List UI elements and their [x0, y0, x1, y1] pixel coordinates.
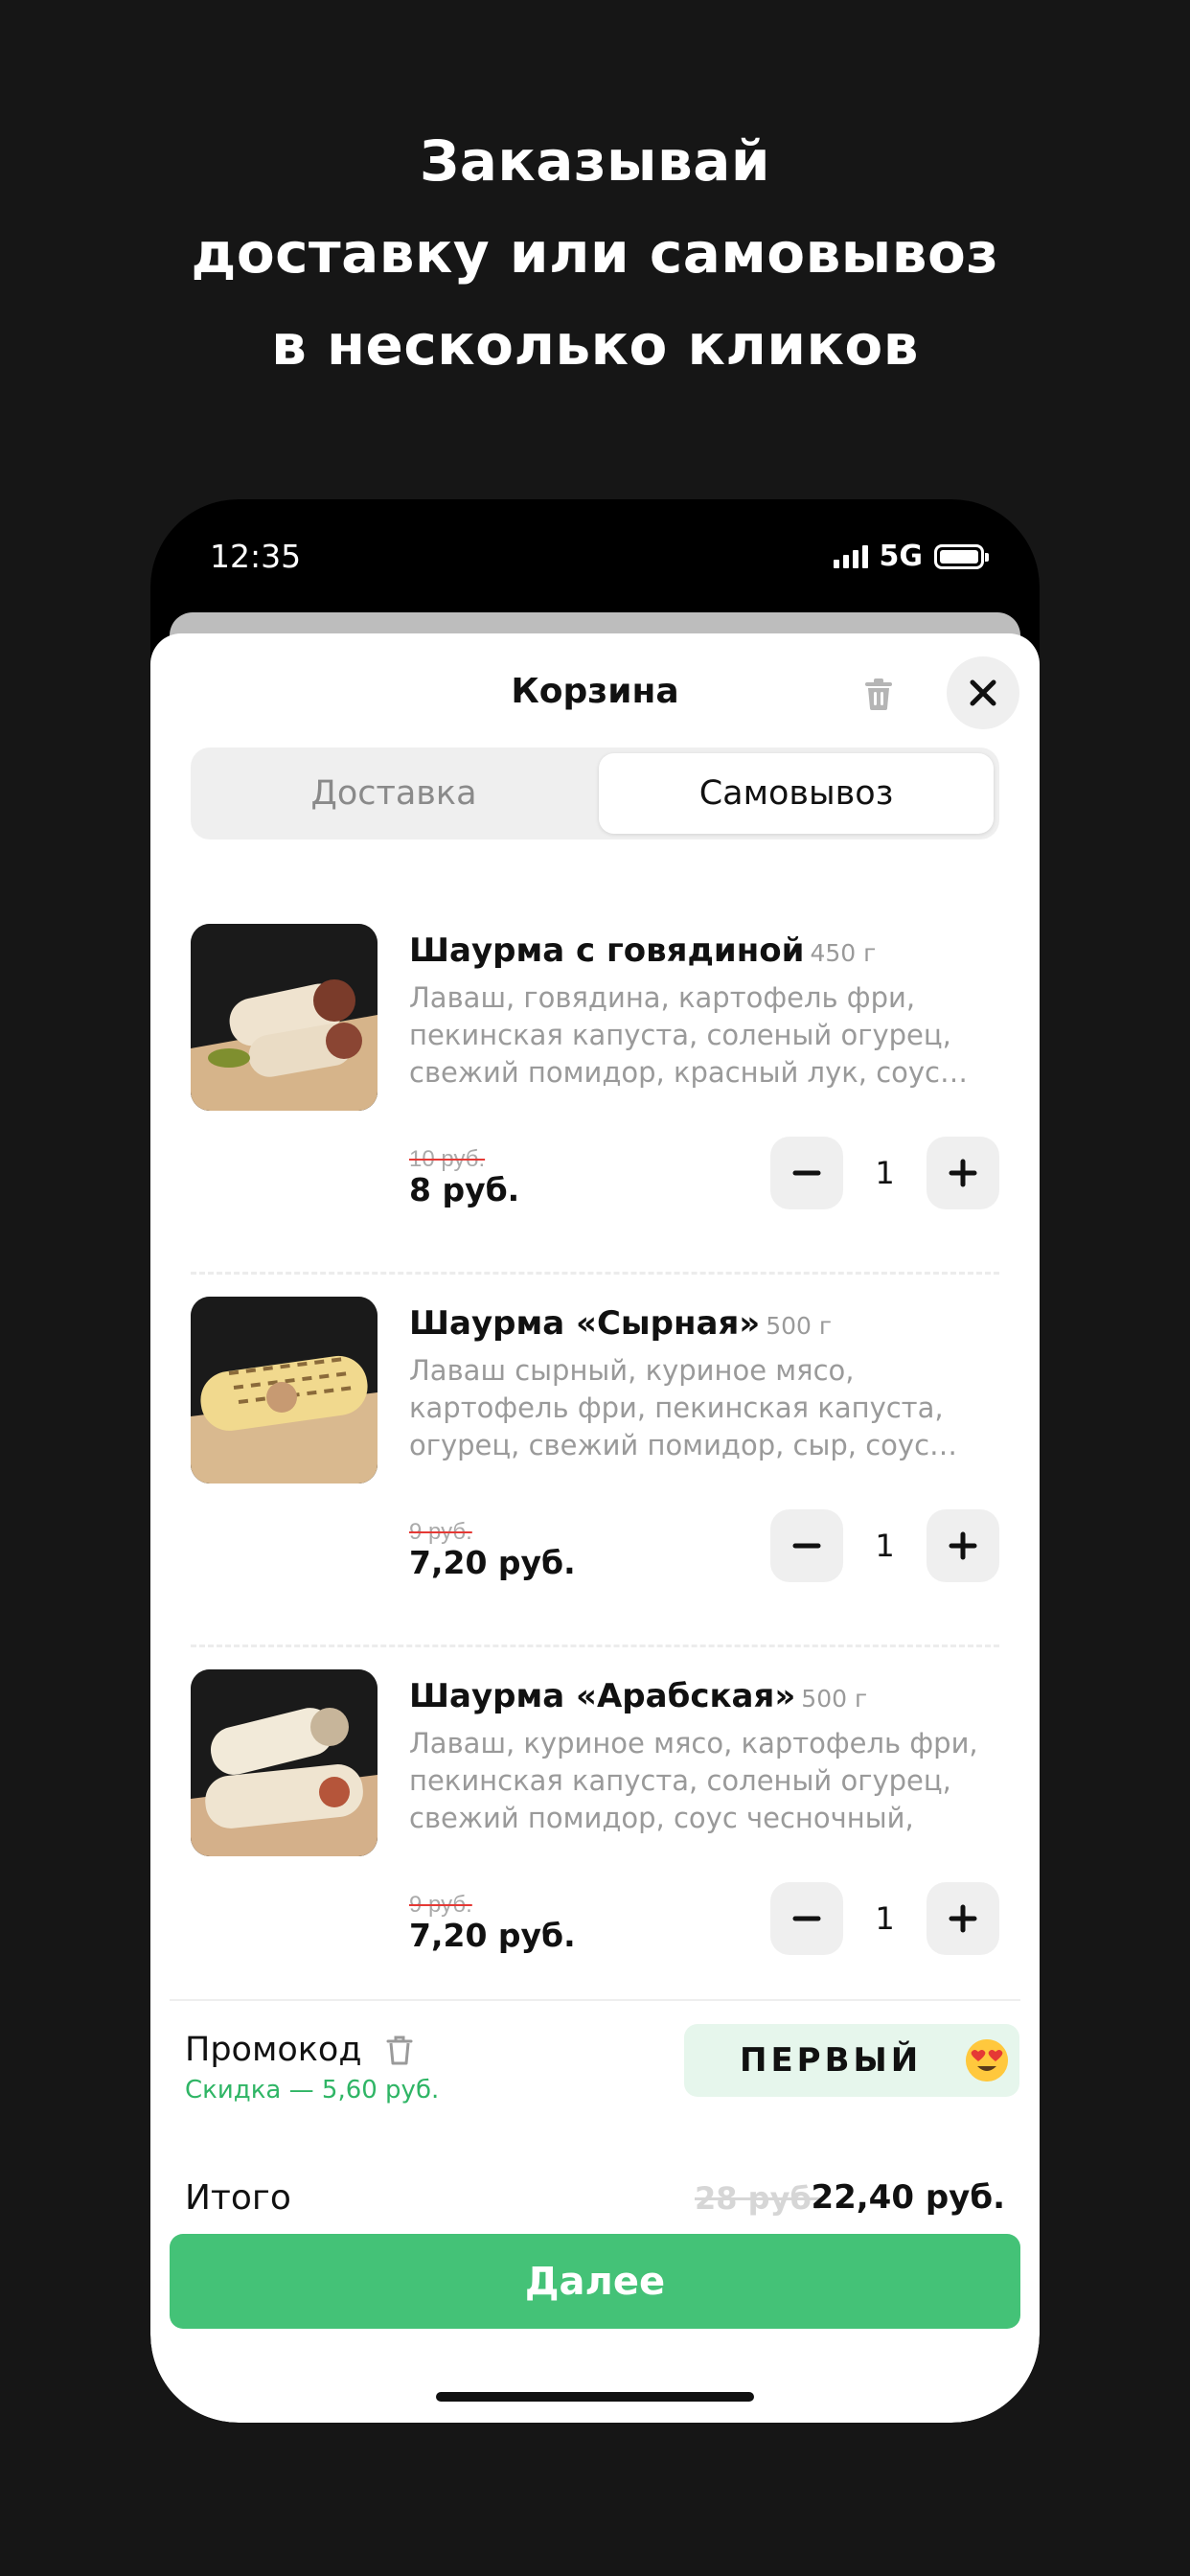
- item-description: Лаваш, говядина, картофель фри, пекинска…: [409, 981, 968, 1089]
- minus-icon: [792, 1170, 821, 1176]
- decrease-quantity-button[interactable]: [770, 1137, 843, 1209]
- promo-discount: Скидка — 5,60 руб.: [185, 2076, 440, 2104]
- plus-icon: [949, 1531, 977, 1560]
- item-divider: [191, 1272, 999, 1275]
- promo-label: Промокод: [185, 2031, 414, 2069]
- decrease-quantity-button[interactable]: [770, 1882, 843, 1955]
- minus-icon: [792, 1916, 821, 1921]
- headline-line-2: доставку или самовывоз: [191, 220, 999, 286]
- battery-icon: [934, 543, 989, 569]
- cart-title: Корзина: [511, 672, 679, 711]
- headline-line-3: в несколько кликов: [271, 312, 919, 378]
- item-old-price: 9 руб.: [409, 1519, 472, 1545]
- plus-icon: [949, 1904, 977, 1933]
- home-indicator[interactable]: [436, 2392, 754, 2402]
- item-weight: 500 г: [801, 1685, 868, 1713]
- item-description: Лаваш, куриное мясо, картофель фри, пеки…: [409, 1727, 978, 1834]
- item-quantity: 1: [875, 1528, 895, 1564]
- cart-item: Шаурма «Сырная» 500 г Лаваш сырный, курин…: [191, 1297, 999, 1670]
- headline-line-1: Заказывай: [420, 128, 770, 194]
- delivery-mode-toggle: Доставка Самовывоз: [191, 748, 999, 840]
- promo-code-chip[interactable]: ПЕРВЫЙ: [684, 2024, 1019, 2097]
- cart-item: Шаурма «Арабская» 500 г Лаваш, куриное мя…: [191, 1669, 999, 2043]
- decrease-quantity-button[interactable]: [770, 1509, 843, 1582]
- close-button[interactable]: [947, 656, 1019, 729]
- item-name: Шаурма «Сырная»: [409, 1304, 761, 1343]
- section-divider: [170, 1999, 1020, 2001]
- tab-delivery[interactable]: Доставка: [196, 753, 591, 834]
- item-image: [191, 1297, 378, 1484]
- status-icons: 5G: [833, 540, 989, 573]
- promo-code-text: ПЕРВЫЙ: [740, 2041, 923, 2080]
- item-image: [191, 1669, 378, 1856]
- minus-icon: [792, 1543, 821, 1549]
- signal-icon: [833, 544, 868, 568]
- promo-headline: Заказывай доставку или самовывоз в неско…: [0, 115, 1190, 391]
- item-weight: 450 г: [810, 939, 877, 967]
- item-name: Шаурма «Арабская»: [409, 1677, 796, 1715]
- cart-sheet: Корзина Доставка Самовывоз Шаурма с говя…: [150, 633, 1040, 2423]
- item-old-price: 10 руб.: [409, 1146, 486, 1172]
- total-price: 22,40 руб.: [811, 2178, 1005, 2217]
- plus-icon: [949, 1159, 977, 1187]
- close-icon: [970, 679, 996, 706]
- tab-pickup[interactable]: Самовывоз: [599, 753, 994, 834]
- item-name: Шаурма с говядиной: [409, 932, 805, 970]
- item-quantity: 1: [875, 1900, 895, 1937]
- item-image: [191, 924, 378, 1111]
- total-old-price: 28 руб.: [695, 2180, 823, 2217]
- phone-frame: 12:35 5G Корзина Доставка Самовывоз Шаур…: [150, 499, 1040, 2423]
- item-divider: [191, 1644, 999, 1647]
- increase-quantity-button[interactable]: [927, 1509, 999, 1582]
- item-price: 7,20 руб.: [409, 1544, 576, 1581]
- item-price: 7,20 руб.: [409, 1917, 576, 1954]
- item-quantity: 1: [875, 1155, 895, 1191]
- item-old-price: 9 руб.: [409, 1892, 472, 1918]
- item-weight: 500 г: [766, 1312, 833, 1340]
- network-label: 5G: [879, 540, 924, 573]
- remove-promo-trash-icon[interactable]: [385, 2034, 414, 2066]
- next-button[interactable]: Далее: [170, 2234, 1020, 2329]
- total-label: Итого: [185, 2178, 291, 2218]
- clear-cart-trash-icon[interactable]: [859, 674, 898, 712]
- increase-quantity-button[interactable]: [927, 1882, 999, 1955]
- cart-item: Шаурма с говядиной 450 г Лаваш, говядина,…: [191, 924, 999, 1298]
- item-price: 8 руб.: [409, 1171, 520, 1208]
- increase-quantity-button[interactable]: [927, 1137, 999, 1209]
- item-description: Лаваш сырный, куриное мясо, картофель фр…: [409, 1354, 958, 1461]
- promo-label-text: Промокод: [185, 2031, 362, 2069]
- status-time: 12:35: [210, 538, 302, 575]
- heart-eyes-emoji-icon: [966, 2039, 1008, 2082]
